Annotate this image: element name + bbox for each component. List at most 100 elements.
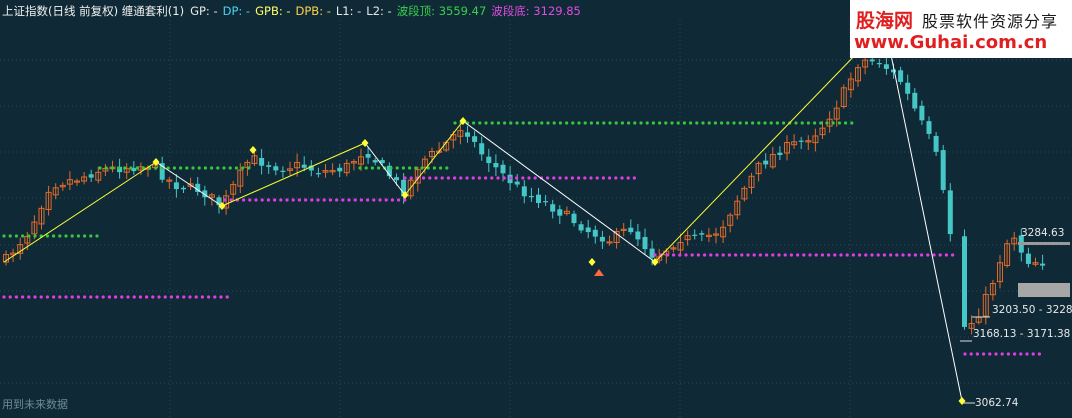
level-bar [1018, 242, 1070, 245]
candle-body-down [181, 187, 186, 190]
support-dot [601, 176, 606, 180]
resistance-dot [453, 121, 457, 125]
support-dot [465, 176, 469, 180]
support-dot [95, 295, 99, 299]
support-dot [758, 253, 763, 257]
support-dot [403, 176, 407, 180]
resistance-dot [197, 166, 201, 170]
resistance-dot [414, 166, 418, 170]
support-dot [207, 295, 211, 299]
resistance-dot [589, 121, 594, 125]
support-dot [219, 295, 223, 299]
support-dot [1019, 352, 1023, 356]
candle-body-down [947, 190, 953, 235]
support-dot [932, 253, 936, 257]
resistance-dot [484, 121, 488, 125]
candle-body-down [493, 163, 499, 168]
support-dot [845, 253, 849, 257]
support-dot [145, 295, 149, 299]
support-dot [678, 253, 682, 257]
zigzag-segment [221, 142, 366, 207]
resistance-dot [210, 166, 214, 170]
resistance-dot [782, 121, 786, 125]
resistance-dot [689, 121, 693, 125]
support-dot [39, 295, 43, 299]
resistance-dot [558, 121, 563, 125]
candle-body-down [173, 182, 179, 190]
resistance-dot [123, 166, 127, 170]
resistance-dot [58, 234, 62, 238]
support-dot [783, 253, 787, 257]
support-dot [120, 295, 124, 299]
resistance-dot [806, 121, 811, 125]
resistance-dot [552, 121, 556, 125]
resistance-dot [534, 121, 538, 125]
resistance-dot [27, 234, 31, 238]
support-dot [422, 176, 426, 180]
level-label-3168: 3168.13 - 3171.38 [973, 328, 1071, 340]
resistance-dot [95, 234, 99, 238]
support-dot [83, 295, 87, 299]
candlestick-canvas[interactable] [0, 0, 1072, 418]
resistance-dot [769, 121, 773, 125]
resistance-dot [110, 166, 114, 170]
level-bar [1018, 283, 1070, 297]
support-dot [14, 295, 18, 299]
resistance-dot [234, 166, 238, 170]
support-dot [895, 253, 899, 257]
support-dot [570, 176, 575, 180]
support-dot [777, 253, 781, 257]
candle-body-down [628, 227, 634, 233]
support-dot [477, 176, 481, 180]
support-dot [291, 198, 295, 202]
support-dot [176, 295, 180, 299]
support-dot [858, 253, 862, 257]
resistance-dot [129, 166, 133, 170]
support-dot [335, 198, 339, 202]
resistance-dot [408, 166, 412, 170]
resistance-dot [445, 166, 449, 170]
resistance-dot [358, 166, 362, 170]
resistance-dot [135, 166, 139, 170]
candle-body-down [486, 156, 492, 164]
resistance-dot [117, 166, 121, 170]
support-dot [151, 295, 155, 299]
support-dot [589, 176, 593, 180]
resistance-dot [577, 121, 581, 125]
support-dot [254, 198, 258, 202]
resistance-dot [98, 166, 102, 170]
support-dot [496, 176, 500, 180]
resistance-dot [33, 234, 37, 238]
candle-body-down [266, 165, 272, 167]
pivot-marker [588, 258, 596, 266]
support-dot [322, 198, 326, 202]
candle-body-down [571, 213, 577, 224]
resistance-dot [695, 121, 699, 125]
resistance-dot [540, 121, 544, 125]
support-dot [453, 176, 457, 180]
resistance-dot [639, 121, 643, 125]
support-dot [157, 295, 161, 299]
kline-chart[interactable] [0, 0, 1072, 418]
support-dot [765, 253, 769, 257]
candle-body-down [798, 140, 804, 142]
level-label-3284: 3284.63 [1021, 227, 1065, 239]
pivot-marker [249, 146, 257, 154]
candle-body-down [259, 157, 265, 166]
candle-body-down [599, 236, 605, 242]
support-dot [70, 295, 74, 299]
resistance-dot [76, 234, 80, 238]
support-dot [703, 253, 707, 257]
resistance-dot [651, 121, 656, 125]
candle-body-down [514, 181, 520, 185]
support-dot [328, 198, 332, 202]
candle-body-down [912, 92, 918, 109]
resistance-dot [602, 121, 606, 125]
support-dot [988, 352, 992, 356]
resistance-dot [395, 166, 399, 170]
candle-body-down [592, 229, 598, 237]
zigzag-segment [364, 142, 406, 196]
support-dot [851, 253, 856, 257]
resistance-dot [241, 166, 245, 170]
resistance-dot [794, 121, 798, 125]
